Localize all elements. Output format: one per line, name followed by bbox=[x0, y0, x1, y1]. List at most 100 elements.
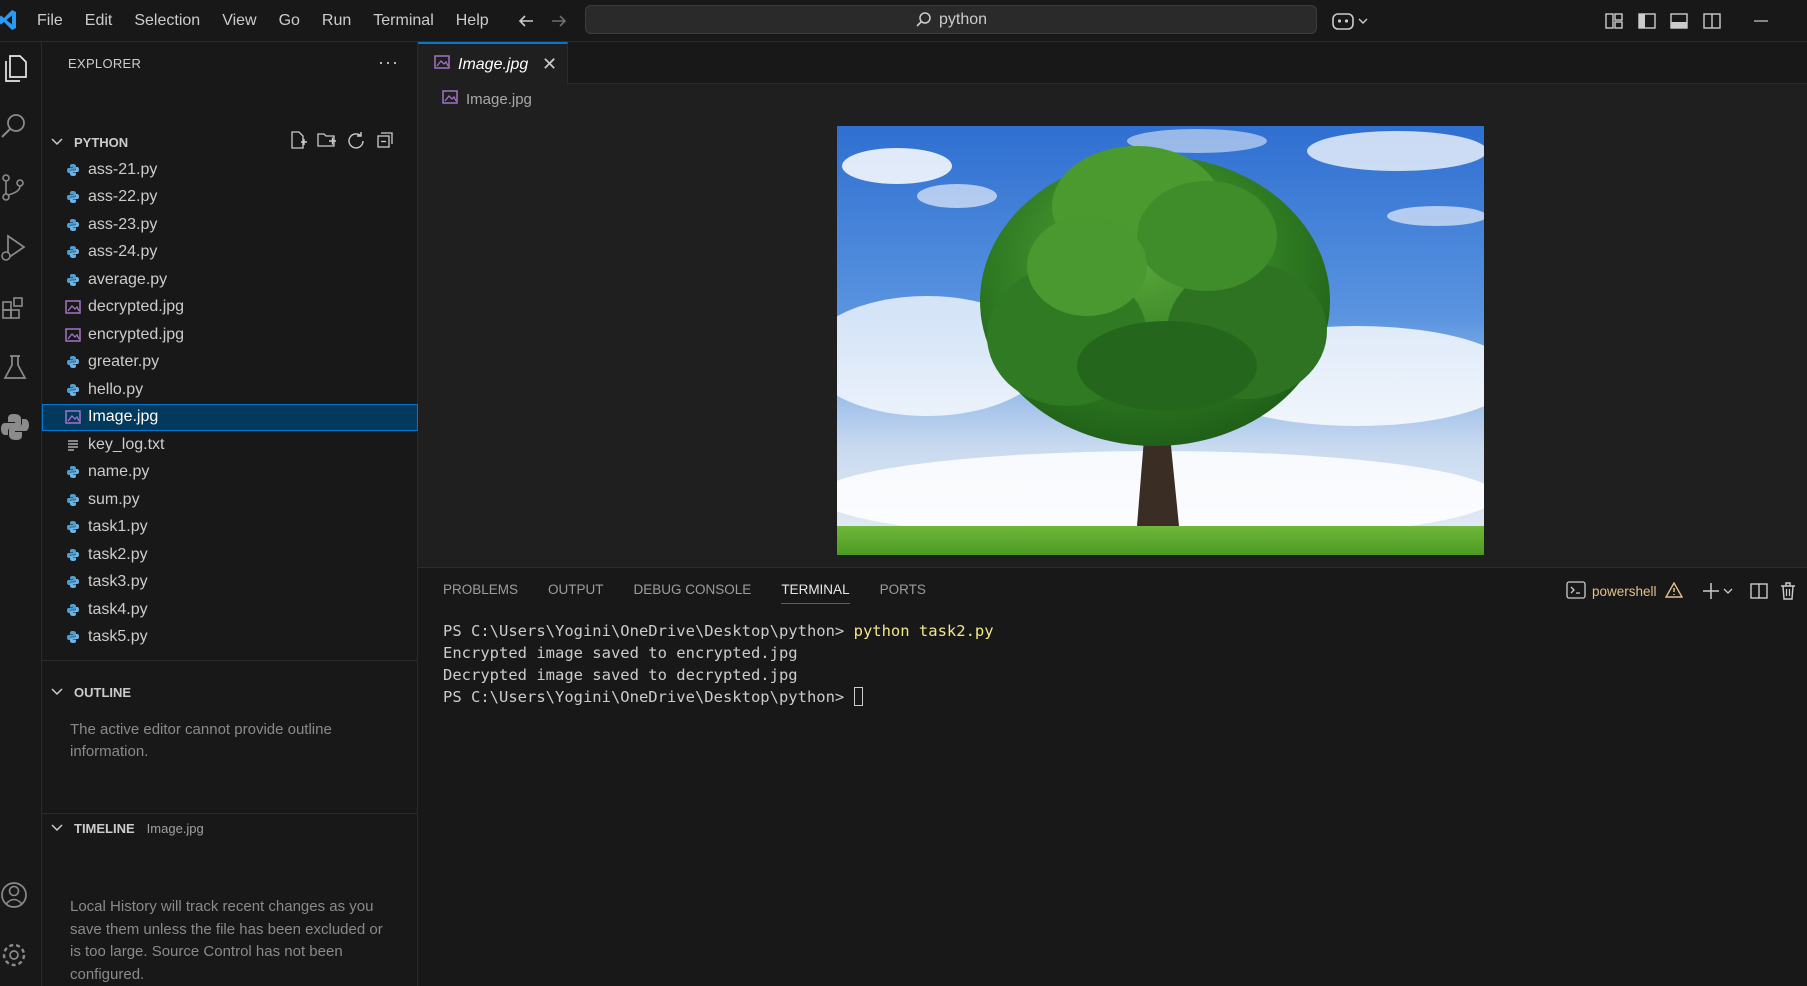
file-name: decrypted.jpg bbox=[88, 298, 185, 316]
python-extension-icon[interactable] bbox=[0, 410, 30, 444]
back-arrow-icon[interactable] bbox=[515, 10, 537, 32]
menu-selection[interactable]: Selection bbox=[123, 12, 211, 30]
tab-terminal[interactable]: TERMINAL bbox=[781, 582, 850, 604]
terminal-line: PS C:\Users\Yogini\OneDrive\Desktop\pyth… bbox=[443, 620, 994, 642]
chevron-down-icon bbox=[50, 684, 64, 701]
menu-run[interactable]: Run bbox=[311, 12, 362, 30]
file-item[interactable]: ass-24.py bbox=[42, 239, 418, 267]
file-item[interactable]: ass-23.py bbox=[42, 211, 418, 239]
collapse-all-icon[interactable] bbox=[373, 130, 397, 150]
tab-debug-console[interactable]: DEBUG CONSOLE bbox=[634, 582, 752, 604]
file-item[interactable]: hello.py bbox=[42, 376, 418, 404]
terminal-prompt: PS C:\Users\Yogini\OneDrive\Desktop\pyth… bbox=[443, 622, 854, 640]
timeline-title: TIMELINE bbox=[74, 820, 135, 836]
explorer-files-icon[interactable] bbox=[0, 50, 30, 84]
file-name: sum.py bbox=[88, 490, 140, 508]
customize-layout-icon[interactable] bbox=[1602, 9, 1626, 33]
timeline-message: Local History will track recent changes … bbox=[70, 898, 383, 983]
tab-problems[interactable]: PROBLEMS bbox=[443, 582, 518, 604]
forward-arrow-icon[interactable] bbox=[548, 10, 570, 32]
editor-area: Image.jpg ✕ Image.jpg bbox=[418, 42, 1807, 567]
file-name: average.py bbox=[88, 270, 168, 288]
toggle-panel-icon[interactable] bbox=[1667, 9, 1691, 33]
toggle-secondary-sidebar-icon[interactable] bbox=[1700, 9, 1724, 33]
tab-ports[interactable]: PORTS bbox=[880, 582, 926, 604]
file-item[interactable]: key_log.txt bbox=[42, 431, 418, 459]
python-file-icon bbox=[62, 464, 84, 480]
split-terminal-icon[interactable] bbox=[1748, 580, 1770, 602]
file-item[interactable]: ass-22.py bbox=[42, 184, 418, 212]
panel-tabs: PROBLEMS OUTPUT DEBUG CONSOLE TERMINAL P… bbox=[443, 582, 926, 604]
manage-gear-icon[interactable] bbox=[0, 938, 30, 972]
timeline-file: Image.jpg bbox=[146, 820, 204, 836]
menu-view[interactable]: View bbox=[211, 12, 267, 30]
toggle-primary-sidebar-icon[interactable] bbox=[1635, 9, 1659, 33]
breadcrumb-item[interactable]: Image.jpg bbox=[466, 91, 532, 108]
python-file-icon bbox=[62, 602, 84, 618]
tree-image bbox=[837, 126, 1484, 555]
new-terminal-icon[interactable] bbox=[1701, 580, 1737, 602]
minimize-window-icon[interactable] bbox=[1749, 9, 1773, 33]
python-file-icon bbox=[62, 244, 84, 260]
tab-label: Image.jpg bbox=[458, 55, 529, 73]
more-actions-icon[interactable]: ··· bbox=[378, 52, 399, 73]
terminal-command: python task2.py bbox=[853, 622, 994, 640]
file-item[interactable]: name.py bbox=[42, 459, 418, 487]
file-item[interactable]: Image.jpg bbox=[42, 403, 418, 431]
tab-image-jpg[interactable]: Image.jpg ✕ bbox=[418, 42, 568, 85]
file-item[interactable]: task2.py bbox=[42, 541, 418, 569]
copilot-icon[interactable] bbox=[1331, 9, 1371, 33]
menu-file[interactable]: File bbox=[26, 12, 74, 30]
menu-help[interactable]: Help bbox=[445, 12, 500, 30]
terminal-line: Encrypted image saved to encrypted.jpg bbox=[443, 644, 798, 662]
editor-tabs: Image.jpg ✕ bbox=[418, 42, 1807, 85]
file-item[interactable]: task3.py bbox=[42, 569, 418, 597]
source-control-icon[interactable] bbox=[0, 170, 30, 204]
file-item[interactable]: average.py bbox=[42, 266, 418, 294]
file-item[interactable]: task1.py bbox=[42, 514, 418, 542]
file-name: ass-23.py bbox=[88, 215, 158, 233]
outline-header[interactable]: OUTLINE bbox=[42, 680, 418, 704]
tab-output[interactable]: OUTPUT bbox=[548, 582, 604, 604]
python-file-icon bbox=[62, 272, 84, 288]
command-center-search[interactable]: python bbox=[585, 5, 1317, 34]
vscode-logo-icon bbox=[0, 9, 16, 31]
explorer-sidebar: EXPLORER ··· PYTHON ass-21.py ass-22.py as… bbox=[42, 42, 418, 986]
run-debug-icon[interactable] bbox=[0, 230, 30, 264]
file-item[interactable]: encrypted.jpg bbox=[42, 321, 418, 349]
file-name: ass-21.py bbox=[88, 160, 158, 178]
menu-go[interactable]: Go bbox=[268, 12, 311, 30]
close-icon[interactable]: ✕ bbox=[542, 54, 557, 75]
new-folder-icon[interactable] bbox=[315, 130, 339, 150]
extensions-icon[interactable] bbox=[0, 290, 30, 324]
timeline-header[interactable]: TIMELINE Image.jpg bbox=[42, 816, 418, 840]
testing-flask-icon[interactable] bbox=[0, 350, 30, 384]
bottom-panel: PROBLEMS OUTPUT DEBUG CONSOLE TERMINAL P… bbox=[418, 567, 1807, 986]
accounts-icon[interactable] bbox=[0, 878, 30, 912]
search-icon bbox=[916, 11, 931, 27]
terminal-prompt: PS C:\Users\Yogini\OneDrive\Desktop\pyth… bbox=[443, 688, 854, 706]
menu-terminal[interactable]: Terminal bbox=[362, 12, 444, 30]
python-file-icon bbox=[62, 189, 84, 205]
chevron-down-icon bbox=[50, 134, 64, 151]
search-text: python bbox=[938, 10, 988, 28]
trash-icon[interactable] bbox=[1777, 580, 1799, 602]
refresh-icon[interactable] bbox=[344, 130, 368, 150]
new-file-icon[interactable] bbox=[286, 130, 310, 150]
python-file-icon bbox=[62, 629, 84, 645]
file-item[interactable]: decrypted.jpg bbox=[42, 294, 418, 322]
terminal-output[interactable]: PS C:\Users\Yogini\OneDrive\Desktop\pyth… bbox=[443, 620, 994, 708]
file-name: task3.py bbox=[88, 573, 148, 591]
file-item[interactable]: task5.py bbox=[42, 624, 418, 652]
terminal-shell-selector[interactable]: powershell bbox=[1566, 581, 1683, 602]
menu-edit[interactable]: Edit bbox=[74, 12, 124, 30]
file-item[interactable]: sum.py bbox=[42, 486, 418, 514]
file-name: encrypted.jpg bbox=[88, 325, 185, 343]
breadcrumb: Image.jpg bbox=[442, 90, 532, 108]
search-view-icon[interactable] bbox=[0, 110, 30, 144]
file-item[interactable]: greater.py bbox=[42, 349, 418, 377]
file-item[interactable]: ass-21.py bbox=[42, 156, 418, 184]
menu-bar: File Edit Selection View Go Run Terminal… bbox=[26, 0, 500, 42]
folder-actions bbox=[286, 130, 397, 150]
file-item[interactable]: task4.py bbox=[42, 596, 418, 624]
